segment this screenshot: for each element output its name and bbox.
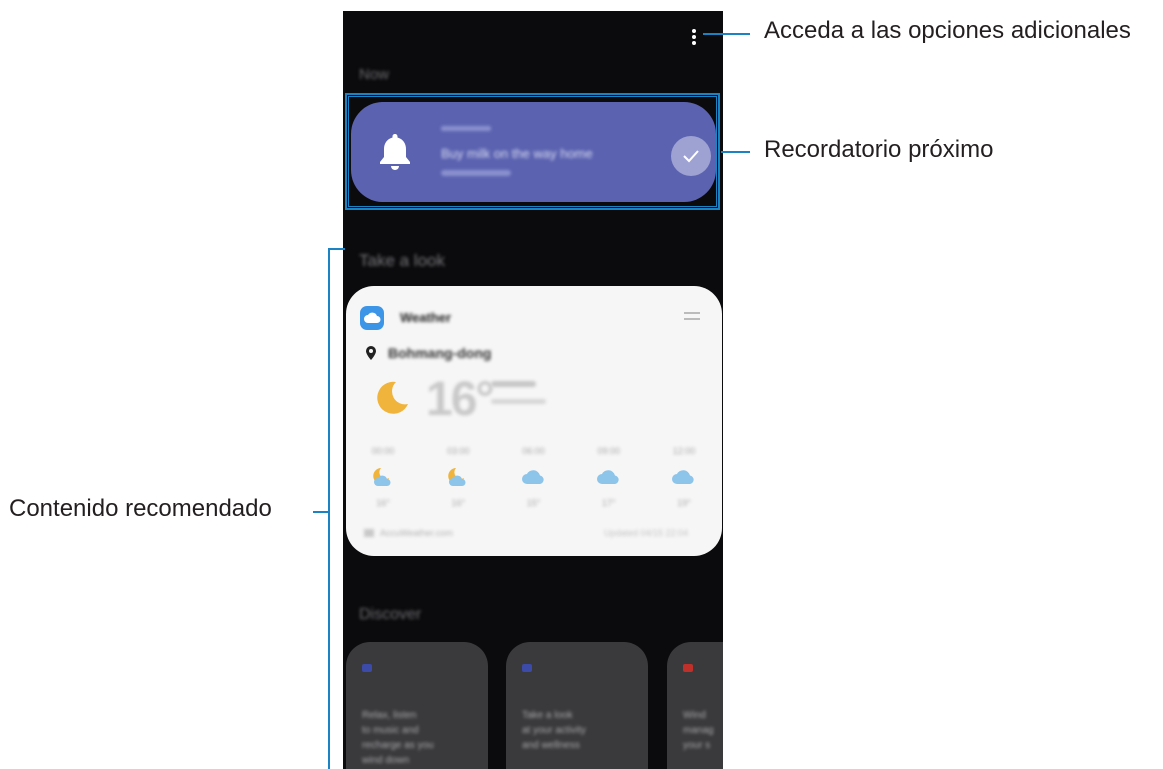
- moon-icon: [377, 381, 408, 414]
- current-temperature: 16°: [426, 373, 495, 426]
- accuweather-icon: [364, 529, 374, 537]
- section-now-heading: Now: [359, 66, 390, 83]
- weather-updated: Updated 04/15 22:04: [604, 528, 689, 538]
- recommended-callout-tick: [313, 511, 329, 513]
- hour-time: 06:00: [522, 446, 545, 456]
- discover-card-text: Relax, listen to music and recharge as y…: [362, 710, 434, 766]
- hour-temp: 19°: [677, 498, 691, 508]
- hourly-item: 09:00 17°: [587, 446, 631, 508]
- hour-temp: 16°: [376, 498, 390, 508]
- more-options-icon[interactable]: [688, 28, 700, 50]
- moon-cloud-icon: [448, 468, 466, 486]
- discover-card-text: Take a look at your activity and wellnes…: [522, 710, 586, 751]
- reminder-callout-line: [721, 151, 750, 153]
- weather-app-name: Weather: [400, 310, 452, 325]
- cloud-icon: [672, 470, 694, 484]
- moon-cloud-icon: [373, 468, 391, 486]
- hourly-item: 00:00 16°: [361, 446, 405, 508]
- recommended-bracket-line: [328, 248, 330, 769]
- hour-temp: 15°: [526, 498, 541, 508]
- discover-card[interactable]: Relax, listen to music and recharge as y…: [346, 642, 488, 769]
- reminder-callout-label: Recordatorio próximo: [764, 136, 994, 163]
- hour-time: 00:00: [371, 446, 395, 456]
- cloud-icon: [596, 470, 619, 484]
- hour-time: 09:00: [597, 446, 621, 456]
- hour-time: 12:00: [672, 446, 696, 456]
- more-options-callout-line: [703, 33, 750, 35]
- hourly-item: 03:00 16°: [436, 446, 480, 508]
- cloud-icon: [521, 470, 544, 484]
- discover-card[interactable]: Wind manag your s: [667, 642, 723, 769]
- card-menu-icon[interactable]: [684, 312, 700, 322]
- weather-app-icon: [360, 306, 384, 330]
- reminder-highlight-inner: [348, 96, 717, 207]
- weather-source-label: AccuWeather.com: [380, 528, 453, 538]
- weather-range: [491, 399, 546, 404]
- discover-card-icon: [522, 664, 532, 672]
- recommended-bracket-top: [328, 248, 345, 250]
- weather-source: AccuWeather.com: [364, 528, 453, 538]
- weather-card[interactable]: Weather Bohmang-dong 16° 00:00 16° 03:00…: [346, 286, 722, 556]
- more-options-callout-label: Acceda a las opciones adicionales: [764, 17, 1131, 44]
- hour-temp: 16°: [451, 498, 466, 508]
- discover-card[interactable]: Take a look at your activity and wellnes…: [506, 642, 648, 769]
- hourly-forecast: 00:00 16° 03:00 16° 06:00 15° 09:00 17° …: [361, 446, 706, 508]
- location-pin-icon: [366, 346, 376, 360]
- section-take-a-look-heading: Take a look: [359, 251, 445, 270]
- discover-card-icon: [362, 664, 372, 672]
- hour-temp: 17°: [601, 498, 616, 508]
- discover-card-icon: [683, 664, 693, 672]
- section-discover-heading: Discover: [359, 606, 422, 623]
- recommended-callout-label: Contenido recomendado: [9, 495, 272, 522]
- hourly-item: 06:00 15°: [512, 446, 556, 508]
- hourly-item: 12:00 19°: [662, 446, 706, 508]
- discover-card-text: Wind manag your s: [683, 710, 714, 751]
- weather-condition: [491, 381, 536, 387]
- weather-location: Bohmang-dong: [388, 345, 492, 361]
- hour-time: 03:00: [446, 446, 470, 456]
